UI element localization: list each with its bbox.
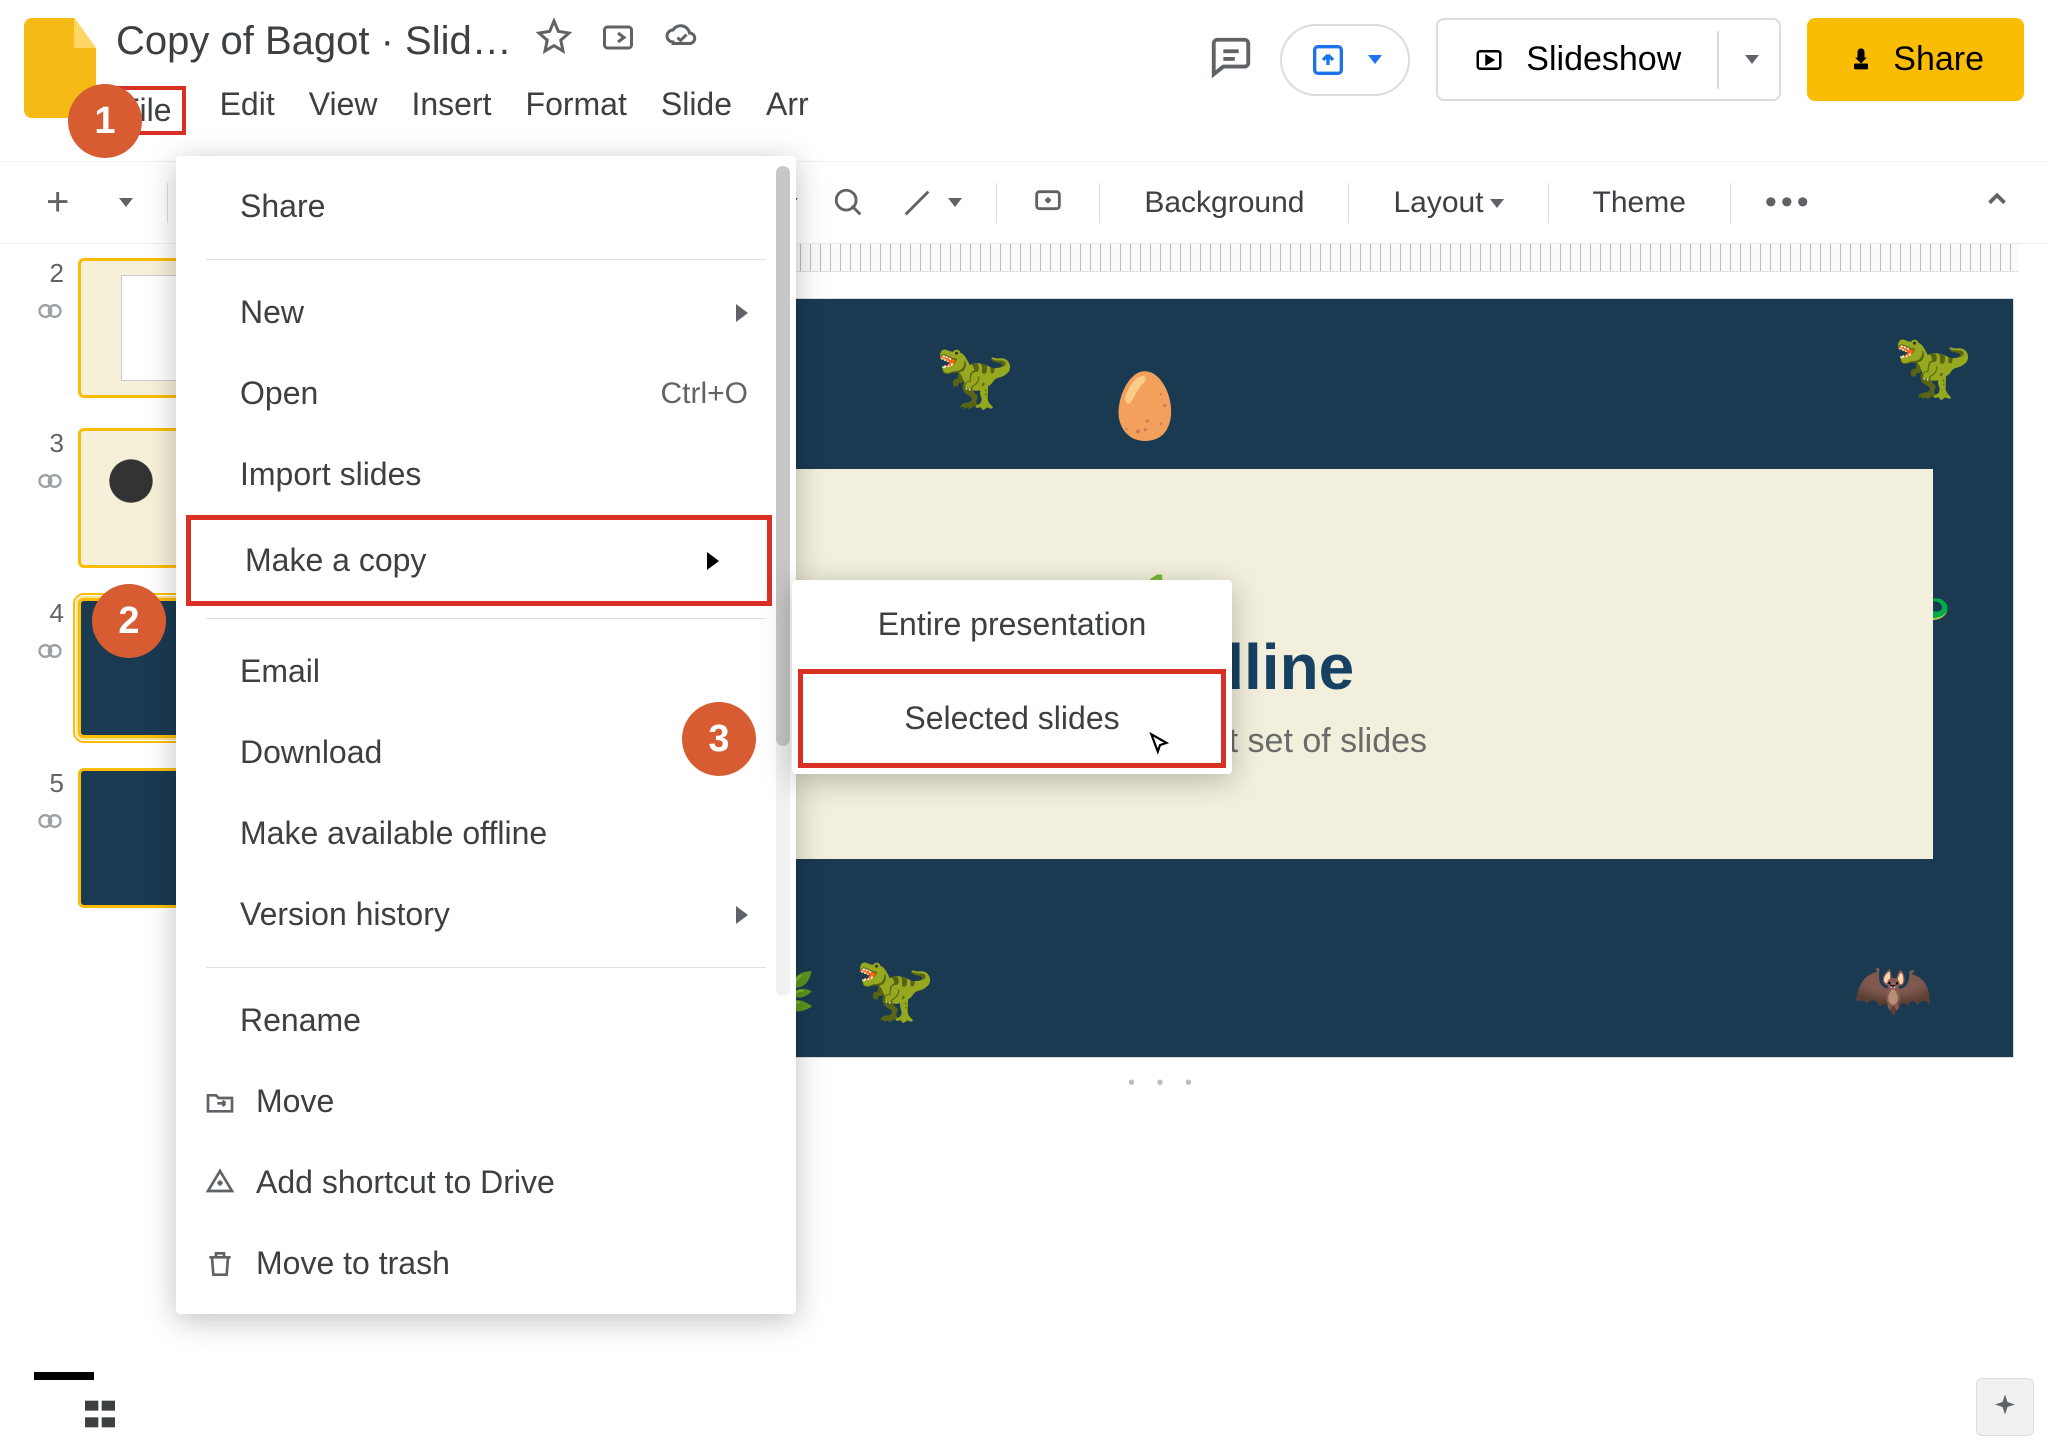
layout-button[interactable]: Layout: [1383, 186, 1513, 220]
submenu-arrow-icon: [707, 552, 719, 570]
share-button[interactable]: Share: [1807, 18, 2024, 101]
trash-icon: [204, 1248, 236, 1280]
star-icon[interactable]: [536, 18, 572, 64]
file-menu-email[interactable]: Email: [176, 631, 796, 712]
slideshow-label: Slideshow: [1526, 40, 1681, 79]
theme-button[interactable]: Theme: [1583, 186, 1696, 220]
submenu-arrow-icon: [736, 304, 748, 322]
submenu-arrow-icon: [736, 906, 748, 924]
menubar: File Edit View Insert Format Slide Arr: [116, 86, 809, 135]
grid-view-icon[interactable]: [80, 1394, 120, 1434]
insert-shape-icon[interactable]: [832, 186, 866, 220]
drive-shortcut-icon: [204, 1167, 236, 1199]
more-tools-icon[interactable]: •••: [1765, 183, 1813, 222]
dinosaur-icon: 🦖: [855, 952, 935, 1027]
menu-insert[interactable]: Insert: [411, 86, 491, 135]
document-title[interactable]: Copy of Bagot · Slid…: [116, 19, 512, 64]
collapse-toolbar-icon[interactable]: [1982, 184, 2012, 222]
file-menu-open[interactable]: OpenCtrl+O: [176, 353, 796, 434]
file-menu-add-shortcut-to-drive[interactable]: Add shortcut to Drive: [176, 1142, 796, 1223]
egg-icon: 🥚: [1105, 369, 1185, 444]
transition-icon: [36, 467, 64, 495]
annotation-badge-2: 2: [92, 584, 166, 658]
slide-number: 4: [24, 598, 64, 629]
file-menu-rename[interactable]: Rename: [176, 980, 796, 1061]
annotation-badge-3: 3: [682, 702, 756, 776]
share-label: Share: [1893, 40, 1984, 79]
explore-button[interactable]: [1976, 1378, 2034, 1436]
new-slide-dropdown-icon[interactable]: [119, 198, 133, 207]
shortcut-label: Ctrl+O: [660, 377, 748, 411]
file-menu-share[interactable]: Share: [176, 166, 796, 247]
dinosaur-icon: 🦇: [1853, 952, 1933, 1027]
new-slide-button[interactable]: +: [36, 180, 79, 225]
folder-arrow-icon: [204, 1086, 236, 1118]
slide-number: 3: [24, 428, 64, 459]
slideshow-dropdown-icon[interactable]: [1717, 31, 1779, 89]
file-menu-version-history[interactable]: Version history: [176, 874, 796, 955]
menu-format[interactable]: Format: [526, 86, 627, 135]
dinosaur-icon: 🦖: [935, 339, 1015, 414]
background-button[interactable]: Background: [1134, 186, 1314, 220]
slideshow-button[interactable]: Slideshow: [1436, 18, 1781, 101]
transition-icon: [36, 637, 64, 665]
file-menu-move-to-trash[interactable]: Move to trash: [176, 1223, 796, 1304]
menu-edit[interactable]: Edit: [220, 86, 275, 135]
file-menu-import-slides[interactable]: Import slides: [176, 434, 796, 515]
comment-history-icon[interactable]: [1208, 34, 1254, 85]
menu-arrange[interactable]: Arr: [766, 86, 809, 135]
insert-line-icon[interactable]: [900, 186, 962, 220]
menu-view[interactable]: View: [309, 86, 378, 135]
insert-comment-icon[interactable]: [1031, 186, 1065, 220]
present-button[interactable]: [1280, 24, 1410, 96]
transition-icon: [36, 807, 64, 835]
mouse-cursor-icon: [1147, 731, 1173, 757]
slide-number: 2: [24, 258, 64, 289]
make-a-copy-submenu: Entire presentation Selected slides: [792, 580, 1232, 774]
filmstrip-scroll-indicator: [34, 1372, 94, 1380]
submenu-entire-presentation[interactable]: Entire presentation: [792, 580, 1232, 669]
menu-slide[interactable]: Slide: [661, 86, 732, 135]
move-to-folder-icon[interactable]: [600, 18, 636, 64]
slide-number: 5: [24, 768, 64, 799]
annotation-badge-1: 1: [68, 84, 142, 158]
file-menu-make-a-copy[interactable]: Make a copy: [191, 520, 767, 601]
file-menu-move[interactable]: Move: [176, 1061, 796, 1142]
file-menu-make-available-offline[interactable]: Make available offline: [176, 793, 796, 874]
cloud-status-icon[interactable]: [664, 18, 700, 64]
file-menu-new[interactable]: New: [176, 272, 796, 353]
dinosaur-icon: 🦖: [1893, 329, 1973, 404]
transition-icon: [36, 297, 64, 325]
